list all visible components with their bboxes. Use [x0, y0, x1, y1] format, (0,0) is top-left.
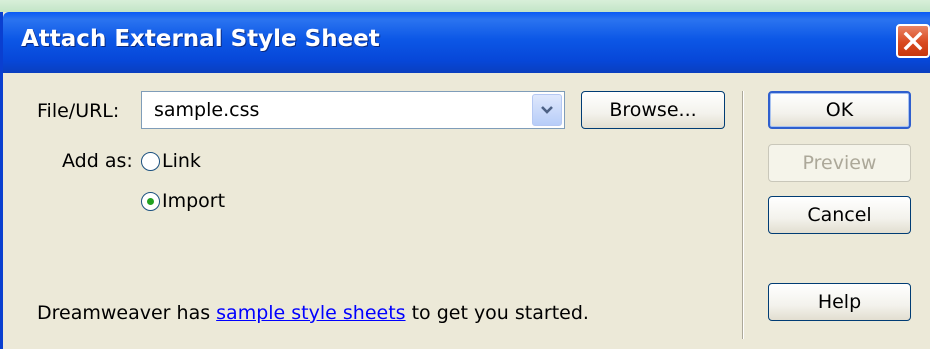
close-icon	[903, 31, 923, 51]
chevron-down-icon	[541, 106, 553, 114]
link-radio-label[interactable]: Link	[162, 150, 201, 172]
footer-text-after: to get you started.	[405, 302, 589, 324]
footer-text: Dreamweaver has sample style sheets to g…	[37, 302, 589, 324]
file-url-combobox[interactable]: sample.css	[141, 91, 565, 129]
ok-button[interactable]: OK	[768, 91, 911, 129]
file-url-label: File/URL:	[37, 100, 120, 122]
import-radio[interactable]	[141, 192, 160, 211]
browse-button[interactable]: Browse...	[581, 91, 725, 129]
cancel-button[interactable]: Cancel	[768, 196, 911, 234]
attach-style-sheet-dialog: Attach External Style Sheet File/URL: sa…	[0, 12, 930, 349]
radio-selected-dot	[147, 198, 154, 205]
title-bar[interactable]: Attach External Style Sheet	[3, 12, 930, 73]
footer-text-before: Dreamweaver has	[37, 302, 217, 324]
dialog-title: Attach External Style Sheet	[21, 26, 380, 52]
close-button[interactable]	[896, 24, 930, 58]
link-radio[interactable]	[141, 152, 160, 171]
add-as-label: Add as:	[62, 150, 133, 172]
file-url-value[interactable]: sample.css	[154, 99, 259, 121]
vertical-separator	[742, 91, 744, 339]
preview-button: Preview	[768, 144, 911, 182]
import-radio-label[interactable]: Import	[162, 190, 225, 212]
file-url-dropdown-button[interactable]	[532, 94, 562, 126]
sample-style-sheets-link[interactable]: sample style sheets	[216, 302, 405, 324]
help-button[interactable]: Help	[768, 283, 911, 321]
